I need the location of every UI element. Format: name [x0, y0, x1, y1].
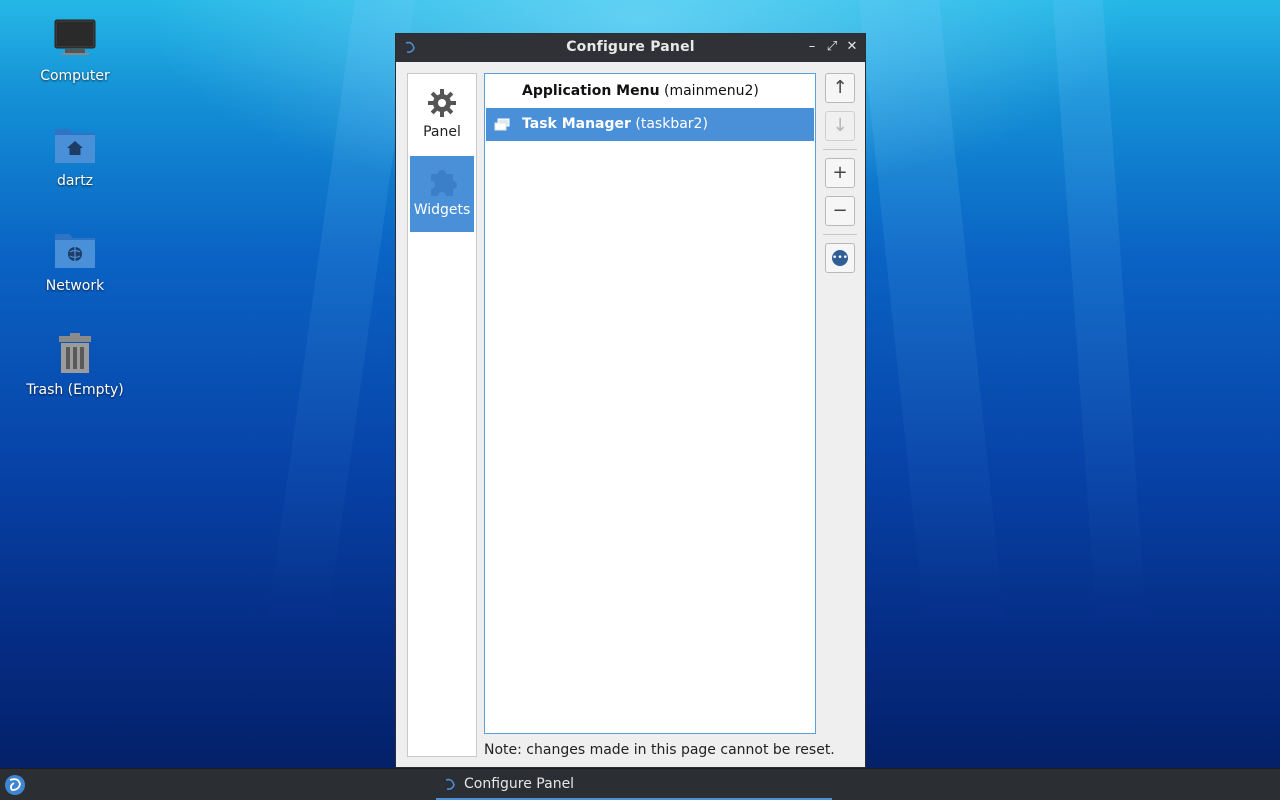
reset-note: Note: changes made in this page cannot b… [484, 742, 835, 758]
home-folder-icon [55, 129, 95, 163]
desktop-icon-label: dartz [56, 173, 94, 189]
sidebar-item-widgets[interactable]: Widgets [410, 156, 474, 232]
task-label: Configure Panel [464, 776, 575, 792]
desktop-icon-label: Trash (Empty) [26, 382, 124, 398]
network-folder-icon [55, 234, 95, 268]
move-down-button[interactable]: ↓ [825, 111, 855, 141]
divider [823, 149, 857, 150]
widget-row-application-menu[interactable]: Application Menu (mainmenu2) [486, 75, 814, 108]
maximize-button[interactable]: ⤢ [824, 39, 840, 55]
widget-id: (taskbar2) [635, 116, 708, 132]
desktop-icon-dartz[interactable]: dartz [15, 123, 135, 189]
desktop-icon-label: Computer [40, 68, 110, 84]
desktop-icon-computer[interactable]: Computer [15, 18, 135, 84]
widget-id: (mainmenu2) [664, 83, 759, 99]
window-titlebar[interactable]: Configure Panel – ⤢ ✕ [396, 34, 865, 62]
gear-icon [428, 89, 456, 117]
app-icon [445, 778, 455, 790]
sidebar-item-panel[interactable]: Panel [410, 78, 474, 154]
desktop-icon-network[interactable]: Network [15, 228, 135, 294]
divider [823, 234, 857, 235]
config-sidebar: Panel Widgets [407, 73, 477, 757]
close-button[interactable]: ✕ [844, 39, 860, 55]
taskbar: Configure Panel [0, 768, 1280, 800]
widget-name: Application Menu [522, 83, 660, 99]
trash-icon [59, 333, 91, 373]
widget-settings-button[interactable]: ••• [825, 243, 855, 273]
start-menu-icon[interactable] [4, 774, 26, 796]
taskbar-task-configure-panel[interactable]: Configure Panel [436, 769, 832, 800]
desktop-icon-label: Network [45, 278, 105, 294]
add-widget-button[interactable]: + [825, 158, 855, 188]
computer-icon [54, 19, 96, 55]
puzzle-icon [431, 170, 457, 196]
move-up-button[interactable]: ↑ [825, 73, 855, 103]
taskbar-icon [494, 118, 510, 131]
widget-name: Task Manager [522, 116, 631, 132]
more-icon: ••• [832, 250, 848, 266]
configure-panel-window: Configure Panel – ⤢ ✕ Panel Widgets Appl… [395, 33, 866, 768]
sidebar-item-label: Panel [423, 124, 461, 140]
widget-row-task-manager[interactable]: Task Manager (taskbar2) [486, 108, 814, 141]
desktop-icon-trash[interactable]: Trash (Empty) [15, 332, 135, 398]
remove-widget-button[interactable]: − [825, 196, 855, 226]
sidebar-item-label: Widgets [413, 202, 471, 218]
widget-list[interactable]: Application Menu (mainmenu2) Task Manage… [484, 73, 816, 734]
minimize-button[interactable]: – [804, 39, 820, 55]
window-title: Configure Panel [566, 39, 695, 55]
